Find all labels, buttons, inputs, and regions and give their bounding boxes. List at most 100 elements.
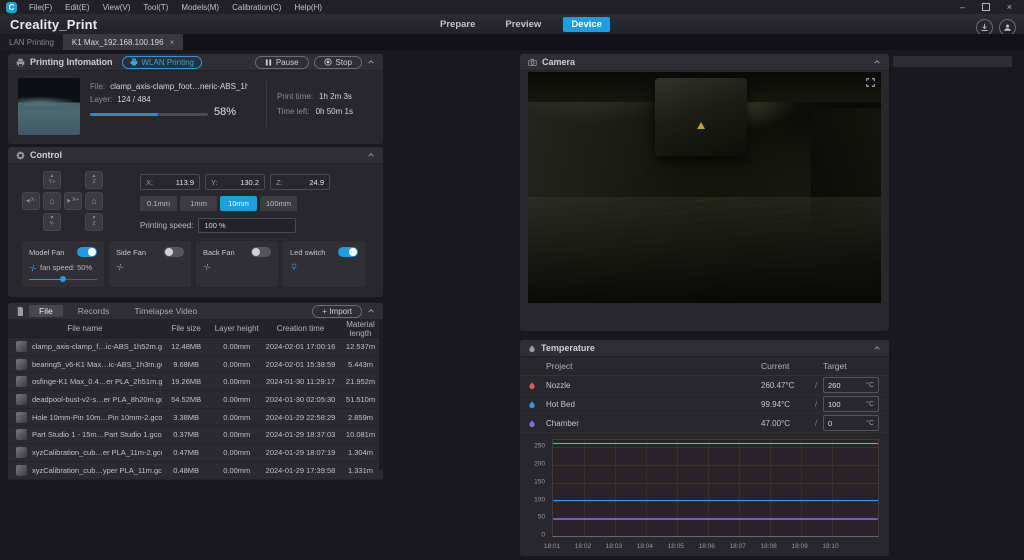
window-controls: – × xyxy=(960,2,1024,12)
move-z-up-button[interactable]: ▲Z xyxy=(85,171,103,189)
menu-models[interactable]: Models(M) xyxy=(181,3,219,12)
printing-info-header: Printing Infomation WLAN Printing Pause … xyxy=(8,54,383,71)
stop-button[interactable]: Stop xyxy=(314,56,362,69)
menu-calibration[interactable]: Calibration(C) xyxy=(232,3,281,12)
temperature-chart: 050100150200250 18:0118:0218:0318:0418:0… xyxy=(528,436,881,550)
tab-records[interactable]: Records xyxy=(68,305,120,317)
chevron-up-icon xyxy=(367,151,375,159)
table-row[interactable]: xyzCalibration_cub…er PLA_11m-2.gcode0.4… xyxy=(8,444,383,462)
table-cell: 2024-02-01 17:00:16 xyxy=(263,342,338,351)
x-tick-label: 18:10 xyxy=(822,543,838,550)
hotbed-flame-icon xyxy=(528,400,546,409)
tab-prepare[interactable]: Prepare xyxy=(432,17,483,32)
printing-info-title: Printing Infomation xyxy=(30,57,113,67)
axis-y-readout: Y:130.2 xyxy=(205,174,265,190)
print-bed xyxy=(528,197,881,303)
maximize-button[interactable] xyxy=(982,3,990,11)
printing-info-body: File:clamp_axis-clamp_foot…neric-ABS_1h5… xyxy=(8,71,383,135)
table-cell: 19.26MB xyxy=(162,377,211,386)
files-panel: File Records Timelapse Video + Import Fi… xyxy=(8,303,383,470)
movement-pad: ▲Y+ ▲Z ◀X- ⌂ ▶X+ ⌂ ▼Y- ▼Z xyxy=(22,171,103,231)
chart-x-axis: 18:0118:0218:0318:0418:0518:0618:0718:08… xyxy=(528,541,881,550)
side-fan-toggle[interactable] xyxy=(164,247,184,257)
table-cell: 2024-01-29 18:37:03 xyxy=(263,430,338,439)
fullscreen-button[interactable] xyxy=(866,78,875,87)
device-tab[interactable]: K1 Max_192.168.100.196 × xyxy=(63,34,183,50)
scrollbar[interactable] xyxy=(379,320,383,470)
table-row[interactable]: deadpool-bust-v2-s…er PLA_8h20m.gcode54.… xyxy=(8,391,383,409)
move-z-down-button[interactable]: ▼Z xyxy=(85,213,103,231)
table-row[interactable]: Part Studio 1 - 15m…Part Studio 1.gcode0… xyxy=(8,426,383,444)
minimize-button[interactable]: – xyxy=(960,2,965,12)
menu-edit[interactable]: Edit(E) xyxy=(65,3,89,12)
y-tick-label: 200 xyxy=(534,461,545,468)
move-y-minus-button[interactable]: ▼Y- xyxy=(43,213,61,231)
gridline xyxy=(832,440,833,536)
collapse-printing-info-button[interactable] xyxy=(367,58,375,66)
nozzle-target-input[interactable] xyxy=(828,381,854,390)
menu-view[interactable]: View(V) xyxy=(103,3,131,12)
collapse-control-button[interactable] xyxy=(367,151,375,159)
table-cell: 12.48MB xyxy=(162,342,211,351)
nozzle-target-box: °C xyxy=(823,377,879,393)
printing-info-panel: Printing Infomation WLAN Printing Pause … xyxy=(8,54,383,144)
menu-help[interactable]: Help(H) xyxy=(294,3,322,12)
tab-close-icon[interactable]: × xyxy=(170,38,175,47)
collapse-camera-button[interactable] xyxy=(873,58,881,66)
home-z-button[interactable]: ⌂ xyxy=(85,192,103,210)
y-tick-label: 0 xyxy=(541,532,545,539)
move-x-minus-button[interactable]: ◀X- xyxy=(22,192,40,210)
menu-file[interactable]: File(F) xyxy=(29,3,52,12)
file-thumbnail xyxy=(16,465,27,476)
app-window: C File(F)Edit(E)View(V)Tool(T)Models(M)C… xyxy=(0,0,1024,560)
download-icon xyxy=(980,23,989,32)
table-row[interactable]: Hole 10mm-Pin 10m…Pin 10mm-2.gcode3.38MB… xyxy=(8,409,383,427)
fan-speed-slider[interactable] xyxy=(29,275,97,283)
control-title: Control xyxy=(30,150,62,160)
table-cell: 2024-02-01 15:38:59 xyxy=(263,360,338,369)
table-row[interactable]: clamp_axis-clamp_f…ic-ABS_1h52m.gcode12.… xyxy=(8,338,383,356)
model-fan-toggle[interactable] xyxy=(77,247,97,257)
slider-knob[interactable] xyxy=(60,276,66,282)
back-fan-toggle[interactable] xyxy=(251,247,271,257)
table-cell: 2024-01-30 11:29:17 xyxy=(263,377,338,386)
camera-feed xyxy=(528,72,881,303)
chamber-target-input[interactable] xyxy=(828,419,854,428)
tab-preview[interactable]: Preview xyxy=(497,17,549,32)
table-cell: 0.00mm xyxy=(211,360,264,369)
collapse-temperature-button[interactable] xyxy=(873,344,881,352)
step-10mm-button[interactable]: 10mm xyxy=(220,196,257,211)
step-0.1mm-button[interactable]: 0.1mm xyxy=(140,196,177,211)
chevron-up-icon xyxy=(367,307,375,315)
printing-speed-input[interactable] xyxy=(198,218,296,233)
move-y-plus-button[interactable]: ▲Y+ xyxy=(43,171,61,189)
x-tick-label: 18:01 xyxy=(544,543,560,550)
stop-icon xyxy=(324,58,332,66)
pause-button[interactable]: Pause xyxy=(255,56,309,69)
step-100mm-button[interactable]: 100mm xyxy=(260,196,297,211)
side-fan-label: Side Fan xyxy=(116,248,146,257)
file-name-cell: bearing5_v6-K1 Max…ic-ABS_1h3m.gcode xyxy=(32,360,162,369)
tab-file[interactable]: File xyxy=(29,305,63,317)
file-thumbnail xyxy=(16,412,27,423)
move-x-plus-button[interactable]: ▶X+ xyxy=(64,192,82,210)
hotbed-target-input[interactable] xyxy=(828,400,854,409)
tab-device[interactable]: Device xyxy=(563,17,610,32)
fan-icon xyxy=(203,263,211,271)
step-1mm-button[interactable]: 1mm xyxy=(180,196,217,211)
close-button[interactable]: × xyxy=(1007,2,1012,12)
table-row[interactable]: osfinge-K1 Max_0.4…er PLA_2h51m.gcode19.… xyxy=(8,373,383,391)
led-switch-toggle[interactable] xyxy=(338,247,358,257)
tab-timelapse-video[interactable]: Timelapse Video xyxy=(124,305,207,317)
menu-tool[interactable]: Tool(T) xyxy=(143,3,168,12)
table-row[interactable]: bearing5_v6-K1 Max…ic-ABS_1h3m.gcode9.68… xyxy=(8,356,383,374)
app-header: Creality_Print PreparePreviewDevice xyxy=(0,14,1024,34)
series-line-chamber xyxy=(553,518,878,520)
table-row[interactable]: xyzCalibration_cub…yper PLA_11m.gcode0.4… xyxy=(8,462,383,480)
table-cell: 0.00mm xyxy=(211,466,264,475)
collapse-files-button[interactable] xyxy=(367,307,375,315)
import-button[interactable]: + Import xyxy=(312,305,362,318)
file-thumbnail xyxy=(16,341,27,352)
home-xy-button[interactable]: ⌂ xyxy=(43,192,61,210)
printing-speed-label: Printing speed: xyxy=(140,221,193,230)
